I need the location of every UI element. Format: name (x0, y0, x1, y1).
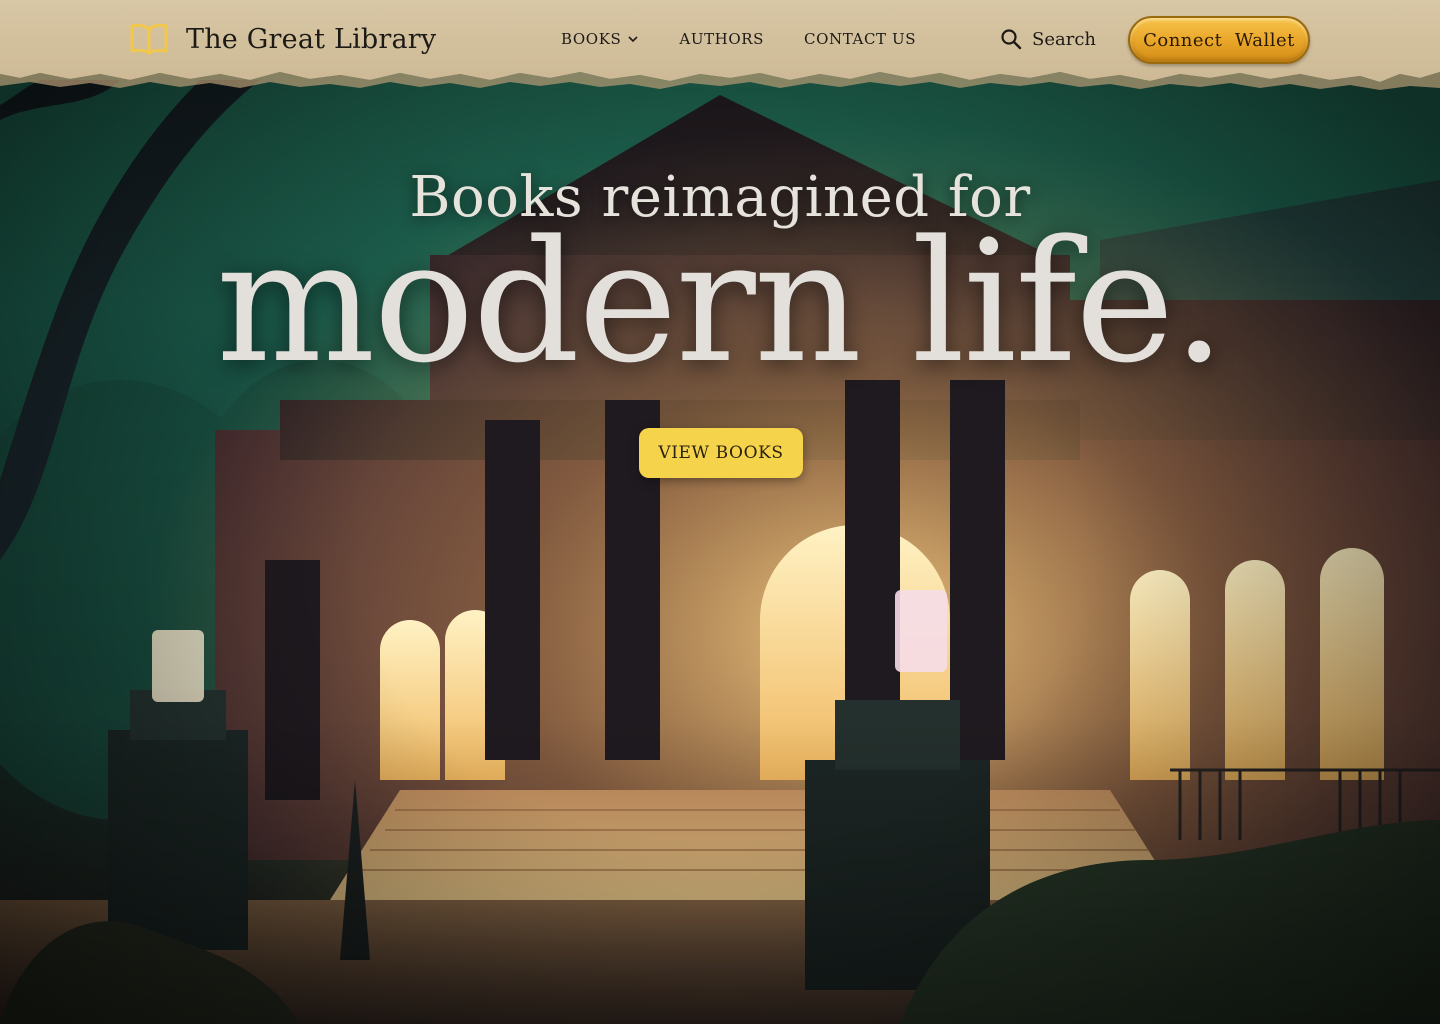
view-books-button[interactable]: VIEW BOOKS (639, 428, 803, 478)
site-header: The Great Library BOOKS AUTHORS CONTACT … (0, 0, 1440, 92)
hero-vignette (0, 0, 1440, 1024)
connect-wallet-button[interactable]: Connect Wallet (1128, 16, 1310, 64)
search-icon (1001, 29, 1022, 50)
nav-authors[interactable]: AUTHORS (679, 30, 764, 48)
nav-authors-label: AUTHORS (679, 30, 765, 48)
nav-books-label: BOOKS (561, 30, 622, 48)
nav-contact-us-label: CONTACT US (804, 30, 917, 48)
open-book-icon (130, 23, 168, 55)
brand-name: The Great Library (186, 23, 437, 55)
chevron-down-icon (628, 36, 638, 43)
brand-logo[interactable]: The Great Library (130, 22, 436, 56)
search-label: Search (1032, 28, 1096, 50)
connect-wallet-label: Connect Wallet (1143, 29, 1295, 51)
nav-books[interactable]: BOOKS (561, 30, 639, 48)
search-trigger[interactable]: Search (1000, 28, 1096, 50)
nav-contact-us[interactable]: CONTACT US (804, 30, 916, 48)
hero-headline: modern life. (216, 204, 1226, 400)
hero-section: Books reimagined for modern life. VIEW B… (0, 0, 1440, 1024)
main-nav: BOOKS AUTHORS CONTACT US (561, 30, 916, 48)
